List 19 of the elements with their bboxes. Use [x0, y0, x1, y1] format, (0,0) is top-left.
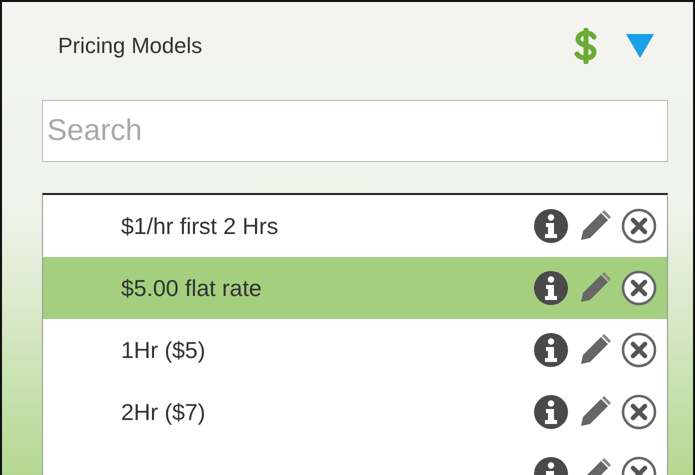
list-row[interactable]: $1/hr first 2 Hrs — [43, 195, 667, 257]
list-row[interactable]: $5.00 flat rate — [43, 257, 667, 319]
panel-title: Pricing Models — [58, 33, 204, 59]
row-label: $1/hr first 2 Hrs — [121, 212, 280, 240]
list-row[interactable]: 2Hr ($7) — [43, 381, 667, 443]
search-field[interactable]: Search — [42, 100, 668, 162]
info-icon[interactable] — [533, 394, 569, 430]
info-icon[interactable] — [533, 270, 569, 306]
delete-icon[interactable] — [621, 332, 657, 368]
delete-icon[interactable] — [621, 394, 657, 430]
info-icon[interactable] — [533, 332, 569, 368]
row-label: $5.00 flat rate — [121, 274, 263, 302]
list-row[interactable]: 1Hr ($5) — [43, 319, 667, 381]
dropdown-arrow-icon[interactable] — [626, 34, 654, 58]
row-label: 1Hr ($5) — [121, 336, 206, 364]
delete-icon[interactable] — [621, 270, 657, 306]
delete-icon[interactable] — [621, 208, 657, 244]
row-label: 2Hr ($7) — [121, 398, 206, 426]
info-icon[interactable] — [533, 208, 569, 244]
